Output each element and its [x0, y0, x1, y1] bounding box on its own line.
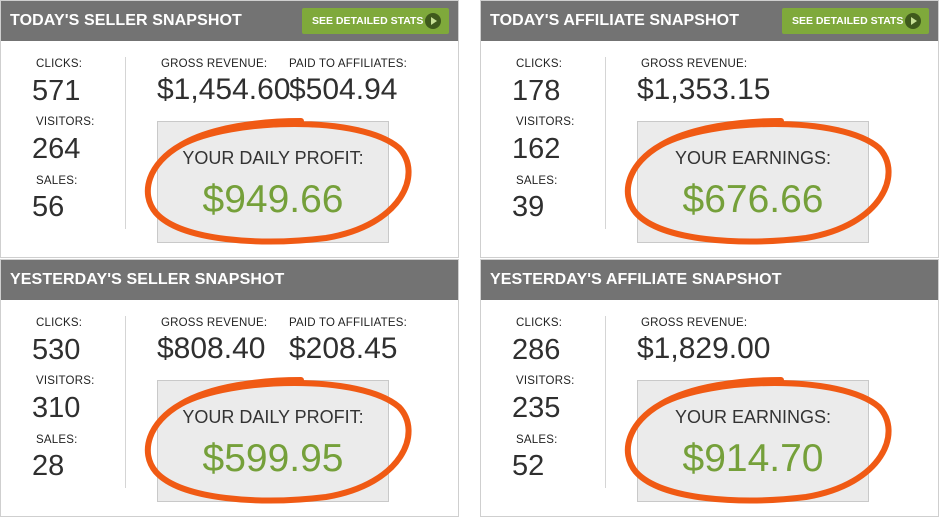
- paid-to-affiliates-label: PAID TO AFFILIATES:: [289, 58, 407, 70]
- profit-label: YOUR DAILY PROFIT:: [182, 148, 364, 168]
- gross-revenue-label: GROSS REVENUE:: [161, 58, 268, 70]
- profit-box: YOUR DAILY PROFIT: $599.95: [157, 380, 389, 502]
- paid-to-affiliates-value: $208.45: [289, 332, 398, 365]
- panel-title: YESTERDAY'S AFFILIATE SNAPSHOT: [481, 260, 938, 300]
- gross-revenue-value: $1,829.00: [637, 332, 771, 365]
- sales-value: 56: [32, 191, 65, 223]
- earnings-box: YOUR EARNINGS: $676.66: [637, 121, 869, 243]
- yesterday-affiliate-panel: YESTERDAY'S AFFILIATE SNAPSHOT CLICKS: 2…: [480, 259, 939, 517]
- gross-revenue-label: GROSS REVENUE:: [641, 58, 748, 70]
- clicks-value: 286: [512, 334, 561, 366]
- clicks-label: CLICKS:: [516, 58, 563, 70]
- panel-title: YESTERDAY'S SELLER SNAPSHOT: [1, 260, 458, 300]
- earnings-label: YOUR EARNINGS:: [674, 407, 832, 427]
- sales-value: 39: [512, 191, 545, 223]
- visitors-label: VISITORS:: [516, 375, 575, 387]
- gross-revenue-label: GROSS REVENUE:: [641, 317, 748, 329]
- clicks-label: CLICKS:: [36, 317, 83, 329]
- divider: [125, 57, 126, 229]
- sales-label: SALES:: [516, 434, 558, 446]
- sales-label: SALES:: [516, 175, 558, 187]
- visitors-value: 235: [512, 392, 561, 424]
- play-icon: [425, 13, 441, 29]
- sales-value: 52: [512, 450, 545, 482]
- visitors-value: 162: [512, 133, 561, 165]
- yesterday-seller-panel: YESTERDAY'S SELLER SNAPSHOT CLICKS: 530 …: [0, 259, 459, 517]
- visitors-label: VISITORS:: [36, 116, 95, 128]
- clicks-value: 530: [32, 334, 81, 366]
- clicks-value: 178: [512, 75, 561, 107]
- earnings-value: $676.66: [682, 178, 824, 221]
- sales-label: SALES:: [36, 175, 78, 187]
- today-seller-panel: TODAY'S SELLER SNAPSHOT SEE DETAILED STA…: [0, 0, 459, 258]
- button-label: SEE DETAILED STATS: [792, 15, 904, 27]
- see-detailed-stats-button[interactable]: SEE DETAILED STATS: [302, 8, 449, 34]
- sales-value: 28: [32, 450, 65, 482]
- profit-value: $599.95: [202, 437, 344, 480]
- gross-revenue-value: $808.40: [157, 332, 266, 365]
- visitors-label: VISITORS:: [36, 375, 95, 387]
- sales-label: SALES:: [36, 434, 78, 446]
- earnings-label: YOUR EARNINGS:: [674, 148, 832, 168]
- paid-to-affiliates-label: PAID TO AFFILIATES:: [289, 317, 407, 329]
- clicks-value: 571: [32, 75, 81, 107]
- earnings-value: $914.70: [682, 437, 824, 480]
- divider: [125, 316, 126, 488]
- earnings-box: YOUR EARNINGS: $914.70: [637, 380, 869, 502]
- button-label: SEE DETAILED STATS: [312, 15, 424, 27]
- visitors-value: 310: [32, 392, 81, 424]
- profit-box: YOUR DAILY PROFIT: $949.66: [157, 121, 389, 243]
- divider: [605, 316, 606, 488]
- profit-label: YOUR DAILY PROFIT:: [182, 407, 364, 427]
- visitors-value: 264: [32, 133, 81, 165]
- gross-revenue-label: GROSS REVENUE:: [161, 317, 268, 329]
- clicks-label: CLICKS:: [516, 317, 563, 329]
- divider: [605, 57, 606, 229]
- paid-to-affiliates-value: $504.94: [289, 73, 398, 106]
- gross-revenue-value: $1,454.60: [157, 73, 291, 106]
- gross-revenue-value: $1,353.15: [637, 73, 771, 106]
- play-icon: [905, 13, 921, 29]
- clicks-label: CLICKS:: [36, 58, 83, 70]
- see-detailed-stats-button[interactable]: SEE DETAILED STATS: [782, 8, 929, 34]
- visitors-label: VISITORS:: [516, 116, 575, 128]
- today-affiliate-panel: TODAY'S AFFILIATE SNAPSHOT SEE DETAILED …: [480, 0, 939, 258]
- profit-value: $949.66: [202, 178, 344, 221]
